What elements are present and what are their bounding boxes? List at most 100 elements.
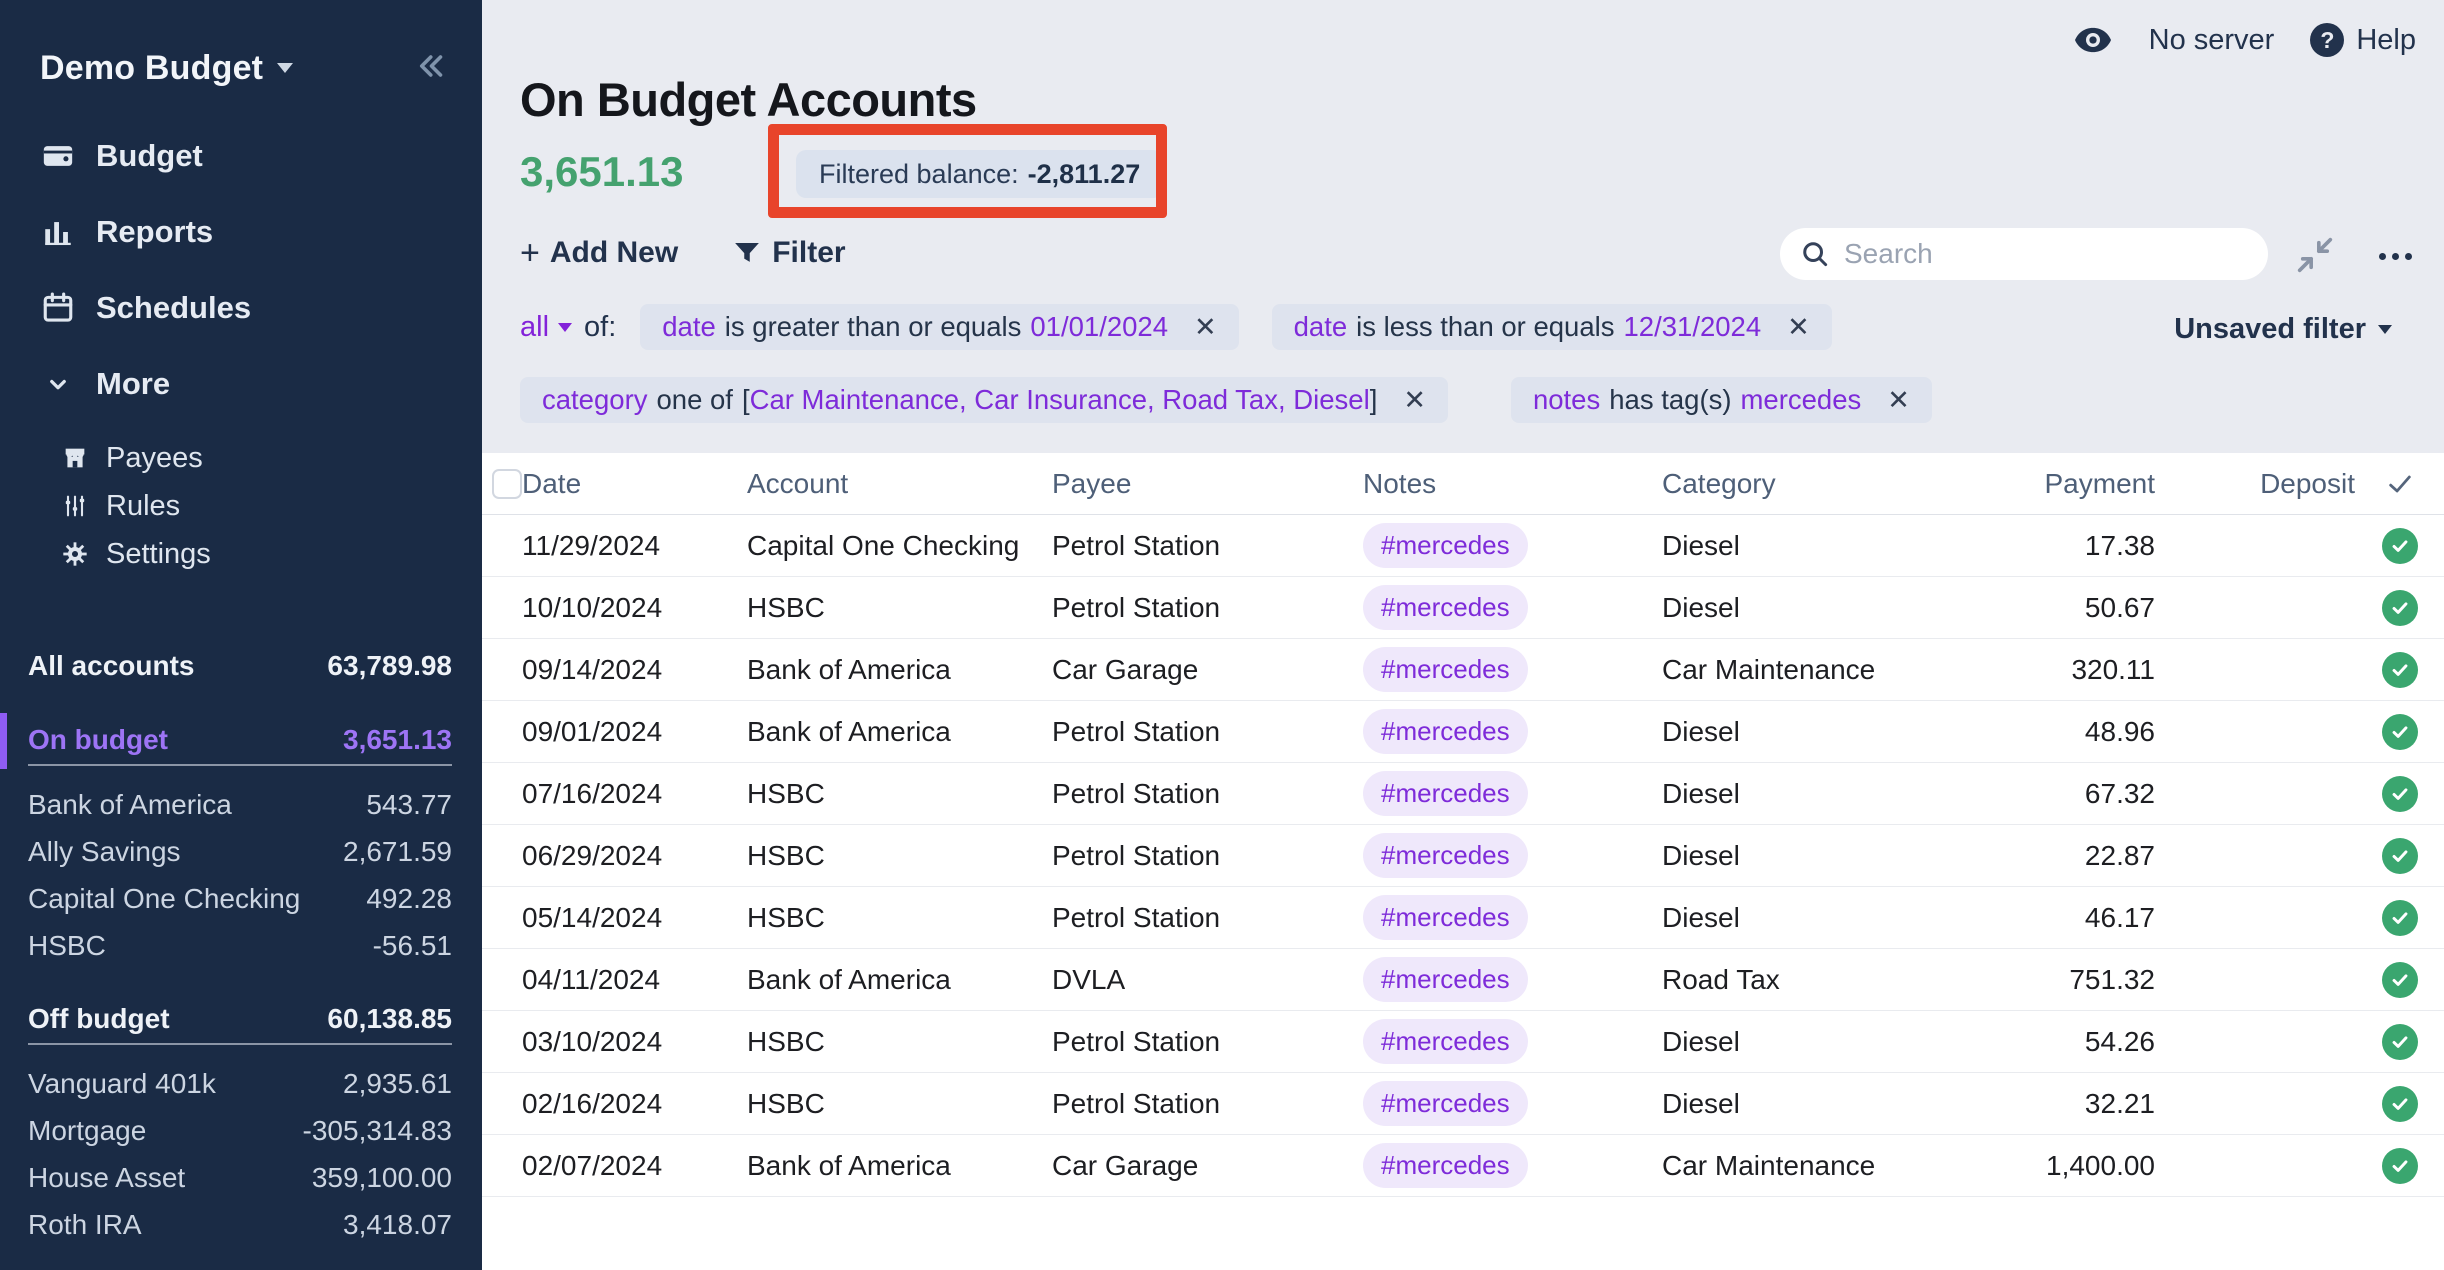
cell-category: Diesel bbox=[1662, 530, 1962, 562]
server-status-button[interactable]: No server bbox=[2149, 24, 2275, 57]
more-options-button[interactable] bbox=[2368, 242, 2422, 270]
sidebar-item-rules[interactable]: Rules bbox=[0, 482, 482, 530]
cleared-check-icon[interactable] bbox=[2382, 1024, 2418, 1060]
cell-payment: 48.96 bbox=[1962, 716, 2155, 748]
sidebar-item-budget[interactable]: Budget bbox=[0, 118, 482, 194]
remove-filter-icon[interactable]: ✕ bbox=[1887, 385, 1910, 416]
sidebar-item-reports[interactable]: Reports bbox=[0, 194, 482, 270]
table-row[interactable]: 02/07/2024 Bank of America Car Garage #m… bbox=[482, 1135, 2444, 1197]
table-row[interactable]: 05/14/2024 HSBC Petrol Station #mercedes… bbox=[482, 887, 2444, 949]
sidebar-item-label: Schedules bbox=[96, 290, 251, 326]
cleared-check-icon[interactable] bbox=[2382, 590, 2418, 626]
chip-field: notes bbox=[1533, 384, 1600, 416]
off-budget-account-list: Vanguard 401k2,935.61Mortgage-305,314.83… bbox=[28, 1045, 452, 1248]
table-row[interactable]: 09/14/2024 Bank of America Car Garage #m… bbox=[482, 639, 2444, 701]
wallet-icon bbox=[40, 138, 76, 174]
table-row[interactable]: 04/11/2024 Bank of America DVLA #mercede… bbox=[482, 949, 2444, 1011]
plus-icon: + bbox=[520, 236, 540, 270]
cell-date: 11/29/2024 bbox=[522, 530, 747, 562]
sidebar-account-item[interactable]: House Asset359,100.00 bbox=[28, 1154, 452, 1201]
sidebar-collapse-button[interactable] bbox=[412, 48, 448, 89]
cell-notes: #mercedes bbox=[1363, 895, 1662, 940]
cell-notes: #mercedes bbox=[1363, 1143, 1662, 1188]
cleared-check-icon[interactable] bbox=[2382, 776, 2418, 812]
note-tag: #mercedes bbox=[1363, 771, 1528, 816]
total-balance[interactable]: 3,651.13 bbox=[520, 148, 684, 196]
unsaved-filter-dropdown[interactable]: Unsaved filter bbox=[2174, 313, 2392, 346]
sidebar-item-payees[interactable]: Payees bbox=[0, 434, 482, 482]
all-accounts-row[interactable]: All accounts 63,789.98 bbox=[28, 642, 452, 690]
filter-conjunction-dropdown[interactable]: all bbox=[520, 311, 572, 344]
filter-button[interactable]: Filter bbox=[732, 236, 845, 270]
filter-chip-date-gte[interactable]: date is greater than or equals 01/01/202… bbox=[640, 304, 1238, 350]
chevron-down-icon bbox=[277, 63, 293, 73]
sidebar-item-settings[interactable]: Settings bbox=[0, 530, 482, 578]
table-row[interactable]: 11/29/2024 Capital One Checking Petrol S… bbox=[482, 515, 2444, 577]
cell-account: HSBC bbox=[747, 778, 1052, 810]
sidebar-account-item[interactable]: Capital One Checking492.28 bbox=[28, 875, 452, 922]
table-row[interactable]: 07/16/2024 HSBC Petrol Station #mercedes… bbox=[482, 763, 2444, 825]
cell-date: 09/14/2024 bbox=[522, 654, 747, 686]
budget-switcher[interactable]: Demo Budget bbox=[40, 49, 293, 88]
sidebar-account-item[interactable]: Vanguard 401k2,935.61 bbox=[28, 1060, 452, 1107]
chip-value: 12/31/2024 bbox=[1624, 311, 1762, 343]
cleared-check-icon[interactable] bbox=[2382, 1148, 2418, 1184]
remove-filter-icon[interactable]: ✕ bbox=[1194, 312, 1217, 343]
chip-value: 01/01/2024 bbox=[1030, 311, 1168, 343]
cell-notes: #mercedes bbox=[1363, 833, 1662, 878]
sidebar-account-item[interactable]: Roth IRA3,418.07 bbox=[28, 1201, 452, 1248]
help-button[interactable]: ? Help bbox=[2310, 23, 2416, 57]
cleared-check-icon[interactable] bbox=[2382, 652, 2418, 688]
privacy-eye-button[interactable] bbox=[2073, 20, 2113, 60]
note-tag: #mercedes bbox=[1363, 1019, 1528, 1064]
cell-date: 05/14/2024 bbox=[522, 902, 747, 934]
eye-icon bbox=[2073, 20, 2113, 60]
sidebar-account-item[interactable]: Ally Savings2,671.59 bbox=[28, 828, 452, 875]
of-label: of: bbox=[584, 311, 616, 344]
cell-payment: 751.32 bbox=[1962, 964, 2155, 996]
filter-chip-date-lte[interactable]: date is less than or equals 12/31/2024 ✕ bbox=[1272, 304, 1832, 350]
filter-chip-notes-tag[interactable]: notes has tag(s) mercedes ✕ bbox=[1511, 377, 1932, 423]
cleared-check-icon[interactable] bbox=[2382, 714, 2418, 750]
sidebar-account-item[interactable]: Mortgage-305,314.83 bbox=[28, 1107, 452, 1154]
sidebar-item-more[interactable]: More bbox=[0, 346, 482, 422]
cell-account: HSBC bbox=[747, 840, 1052, 872]
filter-chip-category[interactable]: category one of [Car Maintenance, Car In… bbox=[520, 377, 1448, 423]
on-budget-header[interactable]: On budget 3,651.13 bbox=[28, 716, 452, 766]
select-all-checkbox[interactable] bbox=[492, 469, 522, 499]
sidebar-item-schedules[interactable]: Schedules bbox=[0, 270, 482, 346]
cell-notes: #mercedes bbox=[1363, 523, 1662, 568]
chip-op: has tag(s) bbox=[1609, 384, 1731, 416]
app-window: Demo Budget Budget bbox=[0, 0, 2444, 1270]
remove-filter-icon[interactable]: ✕ bbox=[1787, 312, 1810, 343]
cell-account: HSBC bbox=[747, 1026, 1052, 1058]
cleared-check-icon[interactable] bbox=[2382, 528, 2418, 564]
collapse-transactions-button[interactable] bbox=[2292, 232, 2338, 278]
off-budget-header[interactable]: Off budget 60,138.85 bbox=[28, 995, 452, 1045]
question-circle-icon: ? bbox=[2310, 23, 2344, 57]
cleared-check-icon[interactable] bbox=[2382, 900, 2418, 936]
account-balance: -56.51 bbox=[373, 930, 452, 962]
sidebar-account-item[interactable]: Bank of America543.77 bbox=[28, 781, 452, 828]
cleared-check-icon[interactable] bbox=[2382, 962, 2418, 998]
cell-date: 09/01/2024 bbox=[522, 716, 747, 748]
cell-account: Bank of America bbox=[747, 716, 1052, 748]
cell-payment: 67.32 bbox=[1962, 778, 2155, 810]
table-row[interactable]: 09/01/2024 Bank of America Petrol Statio… bbox=[482, 701, 2444, 763]
remove-filter-icon[interactable]: ✕ bbox=[1403, 385, 1426, 416]
store-icon bbox=[60, 443, 90, 473]
sidebar-account-item[interactable]: HSBC-56.51 bbox=[28, 922, 452, 969]
table-row[interactable]: 06/29/2024 HSBC Petrol Station #mercedes… bbox=[482, 825, 2444, 887]
account-balance: 2,671.59 bbox=[343, 836, 452, 868]
add-new-button[interactable]: + Add New bbox=[520, 236, 678, 270]
cleared-check-icon[interactable] bbox=[2382, 1086, 2418, 1122]
cleared-check-icon[interactable] bbox=[2382, 838, 2418, 874]
search-input[interactable] bbox=[1842, 237, 2254, 271]
shrink-arrows-icon bbox=[2292, 232, 2338, 278]
account-name: Roth IRA bbox=[28, 1209, 142, 1241]
note-tag: #mercedes bbox=[1363, 833, 1528, 878]
account-balance: 492.28 bbox=[366, 883, 452, 915]
table-row[interactable]: 03/10/2024 HSBC Petrol Station #mercedes… bbox=[482, 1011, 2444, 1073]
table-row[interactable]: 10/10/2024 HSBC Petrol Station #mercedes… bbox=[482, 577, 2444, 639]
table-row[interactable]: 02/16/2024 HSBC Petrol Station #mercedes… bbox=[482, 1073, 2444, 1135]
